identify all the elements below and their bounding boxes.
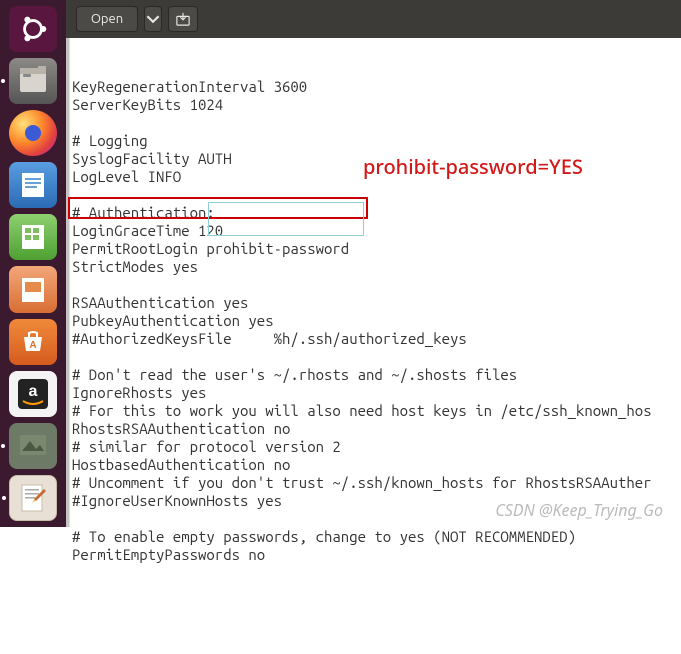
save-button[interactable] bbox=[168, 6, 198, 32]
open-menu-caret[interactable] bbox=[144, 6, 162, 32]
launcher-text-editor[interactable] bbox=[9, 475, 57, 521]
writer-icon bbox=[18, 170, 48, 200]
editor-line: PermitEmptyPasswords no bbox=[72, 546, 681, 564]
editor-line: #IgnoreUserKnownHosts yes bbox=[72, 492, 681, 510]
chevron-down-icon bbox=[146, 12, 160, 26]
editor-line: # To enable empty passwords, change to y… bbox=[72, 528, 681, 546]
running-indicator bbox=[2, 496, 6, 500]
editor-line: # Authentication: bbox=[72, 204, 681, 222]
launcher-amazon[interactable]: a bbox=[9, 371, 57, 417]
launcher-libreoffice-writer[interactable] bbox=[9, 162, 57, 208]
launcher-libreoffice-impress[interactable] bbox=[9, 266, 57, 312]
editor-line: SyslogFacility AUTH bbox=[72, 150, 681, 168]
unity-launcher: A a bbox=[0, 0, 66, 527]
svg-text:a: a bbox=[29, 383, 38, 400]
editor-line bbox=[72, 510, 681, 528]
launcher-ubuntu-dash[interactable] bbox=[9, 6, 57, 52]
launcher-ubuntu-software[interactable]: A bbox=[9, 319, 57, 365]
editor-line: LoginGraceTime 120 bbox=[72, 222, 681, 240]
editor-line: PubkeyAuthentication yes bbox=[72, 312, 681, 330]
text-editor-icon bbox=[16, 481, 50, 515]
text-area[interactable]: KeyRegenerationInterval 3600ServerKeyBit… bbox=[70, 38, 681, 527]
editor-toolbar: Open bbox=[66, 0, 681, 38]
launcher-firefox[interactable] bbox=[9, 110, 57, 156]
editor-line: # For this to work you will also need ho… bbox=[72, 402, 681, 420]
open-button[interactable]: Open bbox=[76, 6, 138, 32]
editor-line bbox=[72, 114, 681, 132]
wallpaper-icon bbox=[16, 429, 50, 463]
editor-line: RhostsRSAAuthentication no bbox=[72, 420, 681, 438]
firefox-icon bbox=[16, 116, 50, 150]
software-icon: A bbox=[18, 327, 48, 357]
files-icon bbox=[16, 64, 50, 98]
ubuntu-logo-icon bbox=[18, 14, 48, 44]
editor-line: StrictModes yes bbox=[72, 258, 681, 276]
launcher-files[interactable] bbox=[9, 58, 57, 104]
impress-icon bbox=[18, 275, 48, 305]
editor-line bbox=[72, 564, 681, 582]
running-indicator bbox=[1, 444, 5, 448]
editor-line: PermitRootLogin prohibit-password bbox=[72, 240, 681, 258]
editor-line bbox=[72, 276, 681, 294]
editor-line: HostbasedAuthentication no bbox=[72, 456, 681, 474]
running-indicator bbox=[1, 79, 5, 83]
launcher-libreoffice-calc[interactable] bbox=[9, 214, 57, 260]
editor-line bbox=[72, 348, 681, 366]
editor-line: # Logging bbox=[72, 132, 681, 150]
editor-pane: KeyRegenerationInterval 3600ServerKeyBit… bbox=[66, 38, 681, 527]
svg-text:A: A bbox=[29, 340, 36, 351]
editor-line: RSAAuthentication yes bbox=[72, 294, 681, 312]
launcher-wallpaper[interactable] bbox=[9, 423, 57, 469]
editor-line: # Uncomment if you don't trust ~/.ssh/kn… bbox=[72, 474, 681, 492]
editor-line: ServerKeyBits 1024 bbox=[72, 96, 681, 114]
save-icon bbox=[176, 12, 190, 26]
editor-line: KeyRegenerationInterval 3600 bbox=[72, 78, 681, 96]
editor-line: LogLevel INFO bbox=[72, 168, 681, 186]
amazon-icon: a bbox=[16, 377, 50, 411]
editor-line: IgnoreRhosts yes bbox=[72, 384, 681, 402]
editor-line: # Don't read the user's ~/.rhosts and ~/… bbox=[72, 366, 681, 384]
editor-line: # similar for protocol version 2 bbox=[72, 438, 681, 456]
calc-icon bbox=[18, 222, 48, 252]
editor-line: #AuthorizedKeysFile %h/.ssh/authorized_k… bbox=[72, 330, 681, 348]
editor-line bbox=[72, 186, 681, 204]
